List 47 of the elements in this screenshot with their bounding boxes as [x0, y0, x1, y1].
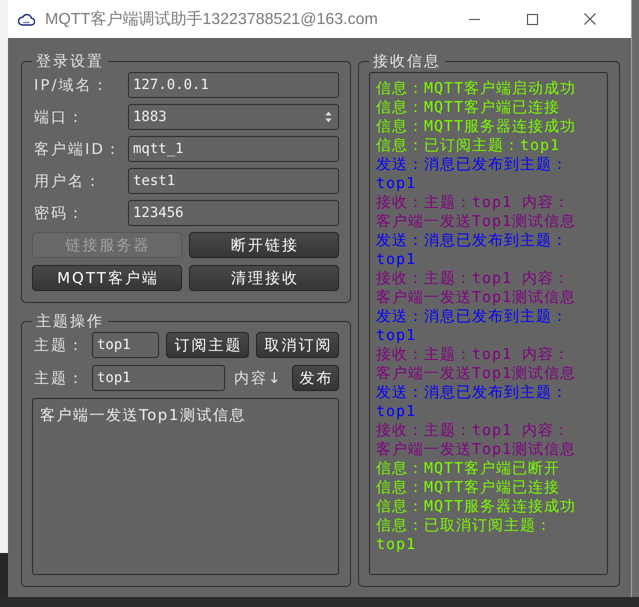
- log-message: 接收：主题：top1 内容： 客户端一发送Top1测试信息: [376, 421, 578, 459]
- log-message: 接收：主题：top1 内容： 客户端一发送Top1测试信息: [376, 269, 578, 307]
- group-title: 登录设置: [35, 52, 105, 70]
- input-field[interactable]: mqtt_1: [128, 136, 339, 162]
- log-message: 信息：MQTT客户端已断开: [376, 459, 562, 478]
- input-field[interactable]: top1: [92, 365, 225, 391]
- clear-button[interactable]: 清理接收: [189, 265, 339, 291]
- input-field[interactable]: top1: [92, 332, 159, 358]
- input-field[interactable]: test1: [128, 168, 339, 194]
- log-message: 接收：主题：top1 内容： 客户端一发送Top1测试信息: [376, 345, 578, 383]
- log-message: 信息：MQTT服务器连接成功: [376, 497, 578, 516]
- subscribe-button[interactable]: 订阅主题: [166, 332, 249, 358]
- field-label: 客户端ID：: [33, 140, 123, 158]
- spin-arrows-icon[interactable]: [325, 111, 332, 123]
- field-label: 主题：: [33, 336, 86, 354]
- window-title: MQTT客户端调试助手13223788521@163.com: [45, 10, 379, 30]
- log-message: 信息：MQTT服务器连接成功: [376, 117, 578, 136]
- log-message: 发送：消息已发布到主题： top1: [376, 155, 569, 193]
- log-message: 信息：MQTT客户端已连接: [376, 478, 562, 497]
- client-button[interactable]: MQTT客户端: [32, 265, 182, 291]
- content-label: 内容↓: [234, 368, 283, 388]
- log-message: 信息：已订阅主题：top1: [376, 136, 562, 155]
- spin-box[interactable]: 1883: [128, 104, 339, 130]
- message-field[interactable]: 客户端一发送Top1测试信息: [32, 398, 339, 575]
- log-message: 接收：主题：top1 内容： 客户端一发送Top1测试信息: [376, 193, 578, 231]
- field-label: 用户名：: [33, 172, 103, 190]
- field-label: 主题：: [33, 368, 86, 388]
- input-field[interactable]: 123456: [128, 200, 339, 226]
- group-title: 接收信息: [372, 52, 442, 70]
- input-field[interactable]: 127.0.0.1: [128, 72, 339, 98]
- log-message: 发送：消息已发布到主题： top1: [376, 307, 569, 345]
- log-message: 发送：消息已发布到主题： top1: [376, 383, 569, 421]
- field-label: 密码：: [33, 204, 86, 222]
- disconnect-button[interactable]: 断开链接: [189, 232, 339, 258]
- log-message: 发送：消息已发布到主题： top1: [376, 231, 569, 269]
- field-label: 端口：: [33, 108, 86, 126]
- field-label: IP/域名：: [33, 76, 111, 94]
- log-message: 信息：MQTT客户端启动成功: [376, 79, 578, 98]
- publish-button[interactable]: 发布: [292, 365, 339, 391]
- cloud-icon: [18, 12, 35, 26]
- maximize-icon: [526, 14, 538, 24]
- log-message: 信息：已取消订阅主题： top1: [376, 516, 553, 554]
- group-title: 主题操作: [35, 312, 105, 330]
- close-icon: [584, 13, 596, 25]
- minimize-icon: [468, 18, 480, 20]
- log-message: 信息：MQTT客户端已连接: [376, 98, 562, 117]
- unsubscribe-button[interactable]: 取消订阅: [256, 332, 339, 358]
